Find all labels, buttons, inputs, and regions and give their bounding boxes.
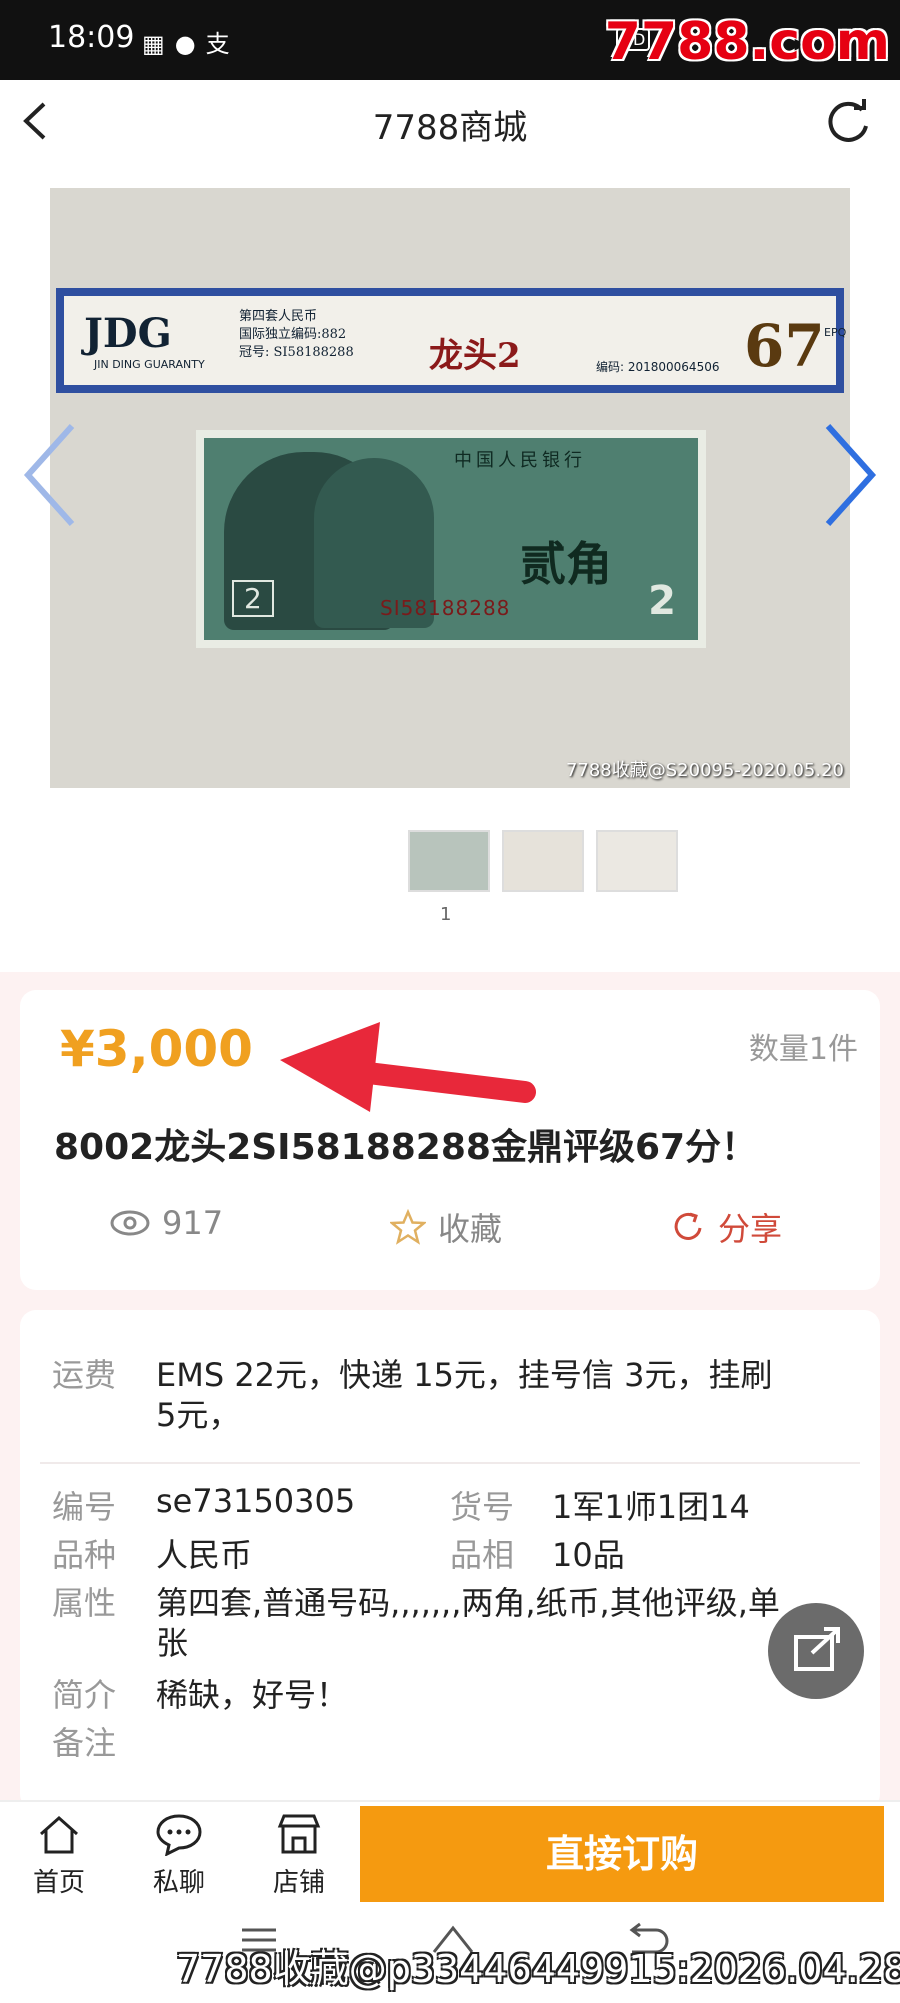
quantity: 数量1件 [748, 1032, 858, 1067]
floating-share-button[interactable] [768, 1603, 864, 1699]
calendar-icon: ▦ [142, 30, 175, 58]
star-icon [390, 1209, 426, 1245]
slab-subtitle: JIN DING GUARANTY [94, 358, 205, 371]
stock-label: 货号 [450, 1488, 515, 1526]
price: ¥3,000 [60, 1020, 253, 1078]
shop-label: 店铺 [272, 1868, 325, 1898]
attr-value-line1: 第四套,普通号码,,,,,,,两角,纸币,其他评级,单 [156, 1584, 780, 1622]
thumbnail[interactable] [502, 830, 584, 892]
slab-grade-suffix: EPQ [824, 326, 847, 339]
slab-variety: 龙头2 [429, 336, 521, 376]
note-numeral-right: 2 [648, 578, 676, 624]
attr-label: 属性 [52, 1584, 117, 1622]
chevron-right-icon[interactable] [820, 420, 880, 530]
footer-watermark: 7788收藏@p33446449915:2026.04.28 [176, 1947, 900, 1991]
status-time: 18:09 [48, 20, 135, 55]
intro-value: 稀缺，好号！ [156, 1676, 349, 1714]
share-box-icon [794, 1627, 840, 1671]
intro-label: 简介 [52, 1676, 117, 1714]
share-icon [674, 1212, 702, 1240]
eye-icon [110, 1210, 150, 1236]
chat-bubble-icon: ● [174, 30, 206, 58]
alipay-icon: 支 [205, 30, 240, 58]
grading-slab-label: JDG JIN DING GUARANTY 第四套人民币 国际独立编码:882 … [56, 288, 847, 393]
note-serial: SI58188288 [380, 596, 511, 620]
slab-info: 第四套人民币 国际独立编码:882 冠号: SI58188288 [239, 308, 354, 362]
divider [40, 1462, 860, 1464]
thumbnail[interactable] [408, 830, 490, 892]
shop-icon [277, 1814, 321, 1854]
home-icon [40, 1815, 78, 1854]
share-label: 分享 [718, 1210, 783, 1248]
home-label: 首页 [32, 1868, 85, 1898]
note-bank-name: 中国人民银行 [454, 450, 586, 471]
price-card: ¥3,000 数量1件 8002龙头2SI58188288金鼎评级67分！ 91… [20, 990, 880, 1290]
id-value: se73150305 [156, 1482, 356, 1520]
shipping-value-line2: 5元， [156, 1396, 241, 1434]
chat-tab[interactable]: 私聊 [134, 1812, 224, 1899]
gallery-caption: 7788收藏@S20095-2020.05.20 [565, 760, 844, 781]
jdg-logo: JDG [84, 310, 172, 357]
stock-value: 1军1师1团14 [552, 1488, 750, 1526]
kind-label: 品种 [52, 1536, 117, 1574]
status-icons: ▦●支 [142, 24, 240, 59]
shipping-value-line1: EMS 22元，快递 15元，挂号信 3元，挂刷 [156, 1356, 773, 1394]
page-title: 7788商城 [372, 108, 528, 148]
home-tab[interactable]: 首页 [14, 1812, 104, 1899]
buy-now-button[interactable]: 直接订购 [360, 1806, 884, 1902]
share-button[interactable]: 分享 [672, 1204, 782, 1250]
slab-code: 编码: 201800064506 [596, 360, 720, 374]
chat-label: 私聊 [152, 1868, 205, 1898]
kind-value: 人民币 [156, 1536, 253, 1574]
slab-line: 国际独立编码:882 [239, 327, 347, 342]
slab-line: 第四套人民币 [239, 309, 318, 324]
chevron-left-icon[interactable] [20, 420, 80, 530]
note-denomination: 贰角 [520, 537, 612, 591]
attr-value-line2: 张 [156, 1624, 189, 1662]
thumbnail[interactable] [596, 830, 678, 892]
nav-bar: 7788商城 [0, 80, 900, 166]
page-indicator: 1 [440, 904, 452, 925]
view-count: 917 [110, 1204, 223, 1242]
condition-value: 10品 [552, 1536, 625, 1574]
banknote-image: 中国人民银行 贰角 2 2 SI58188288 [196, 430, 706, 648]
remark-label: 备注 [52, 1724, 117, 1762]
refresh-icon[interactable] [822, 96, 874, 148]
condition-label: 品相 [450, 1536, 515, 1574]
slab-line: 冠号: SI58188288 [239, 345, 354, 360]
brand-watermark: 7788.com [604, 12, 890, 72]
product-title: 8002龙头2SI58188288金鼎评级67分！ [54, 1127, 758, 1168]
status-bar: 18:09 ▦●支 HD 7788.com [0, 0, 900, 80]
red-arrow-annotation [280, 1022, 536, 1112]
product-image-gallery[interactable]: JDG JIN DING GUARANTY 第四套人民币 国际独立编码:882 … [50, 188, 850, 788]
note-numeral-left: 2 [232, 580, 274, 617]
favorite-label: 收藏 [438, 1210, 503, 1248]
id-label: 编号 [52, 1488, 117, 1526]
chat-icon [156, 1814, 202, 1856]
slab-grade: 67 [744, 312, 825, 380]
detail-card: 运费 EMS 22元，快递 15元，挂号信 3元，挂刷 5元， 编号 se731… [20, 1310, 880, 1810]
shop-tab[interactable]: 店铺 [254, 1812, 344, 1899]
bottom-action-bar: 首页 私聊 店铺 直接订购 [0, 1800, 900, 1906]
view-count-value: 917 [162, 1204, 224, 1242]
favorite-button[interactable]: 收藏 [390, 1204, 502, 1250]
shipping-label: 运费 [52, 1356, 117, 1394]
